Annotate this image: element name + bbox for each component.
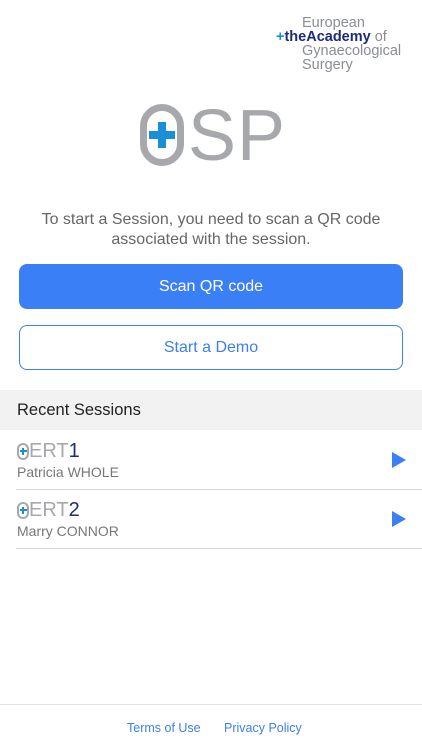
session-code: ERT 2: [17, 499, 80, 521]
session-name: Patricia WHOLE: [17, 464, 119, 480]
session-code-number: 1: [68, 440, 80, 462]
terms-of-use-link[interactable]: Terms of Use: [127, 721, 201, 735]
session-code-prefix: ERT: [29, 440, 69, 462]
recent-sessions-header: Recent Sessions: [0, 390, 422, 430]
osp-logo-text: SP: [188, 96, 287, 176]
academy-logo-line4: Surgery: [302, 57, 353, 73]
play-icon[interactable]: [392, 452, 406, 468]
instructions-text: To start a Session, you need to scan a Q…: [41, 211, 381, 248]
session-name: Marry CONNOR: [17, 523, 119, 539]
footer: Terms of Use Privacy Policy: [0, 704, 422, 750]
cert-logo-icon: [17, 501, 29, 519]
osp-logo: SP: [140, 96, 286, 176]
privacy-policy-link[interactable]: Privacy Policy: [224, 721, 302, 735]
scan-qr-button[interactable]: Scan QR code: [19, 264, 403, 309]
cert-logo-icon: [17, 442, 29, 460]
academy-logo: European +theAcademy of Gynaecological S…: [276, 16, 416, 76]
start-demo-button[interactable]: Start a Demo: [19, 325, 403, 370]
session-code-number: 2: [68, 499, 80, 521]
session-code: ERT 1: [17, 440, 80, 462]
divider: [16, 548, 422, 549]
session-row[interactable]: ERT 1 Patricia WHOLE: [0, 432, 422, 490]
divider: [16, 489, 422, 490]
session-row[interactable]: ERT 2 Marry CONNOR: [0, 491, 422, 549]
play-icon[interactable]: [392, 511, 406, 527]
session-code-prefix: ERT: [29, 499, 69, 521]
